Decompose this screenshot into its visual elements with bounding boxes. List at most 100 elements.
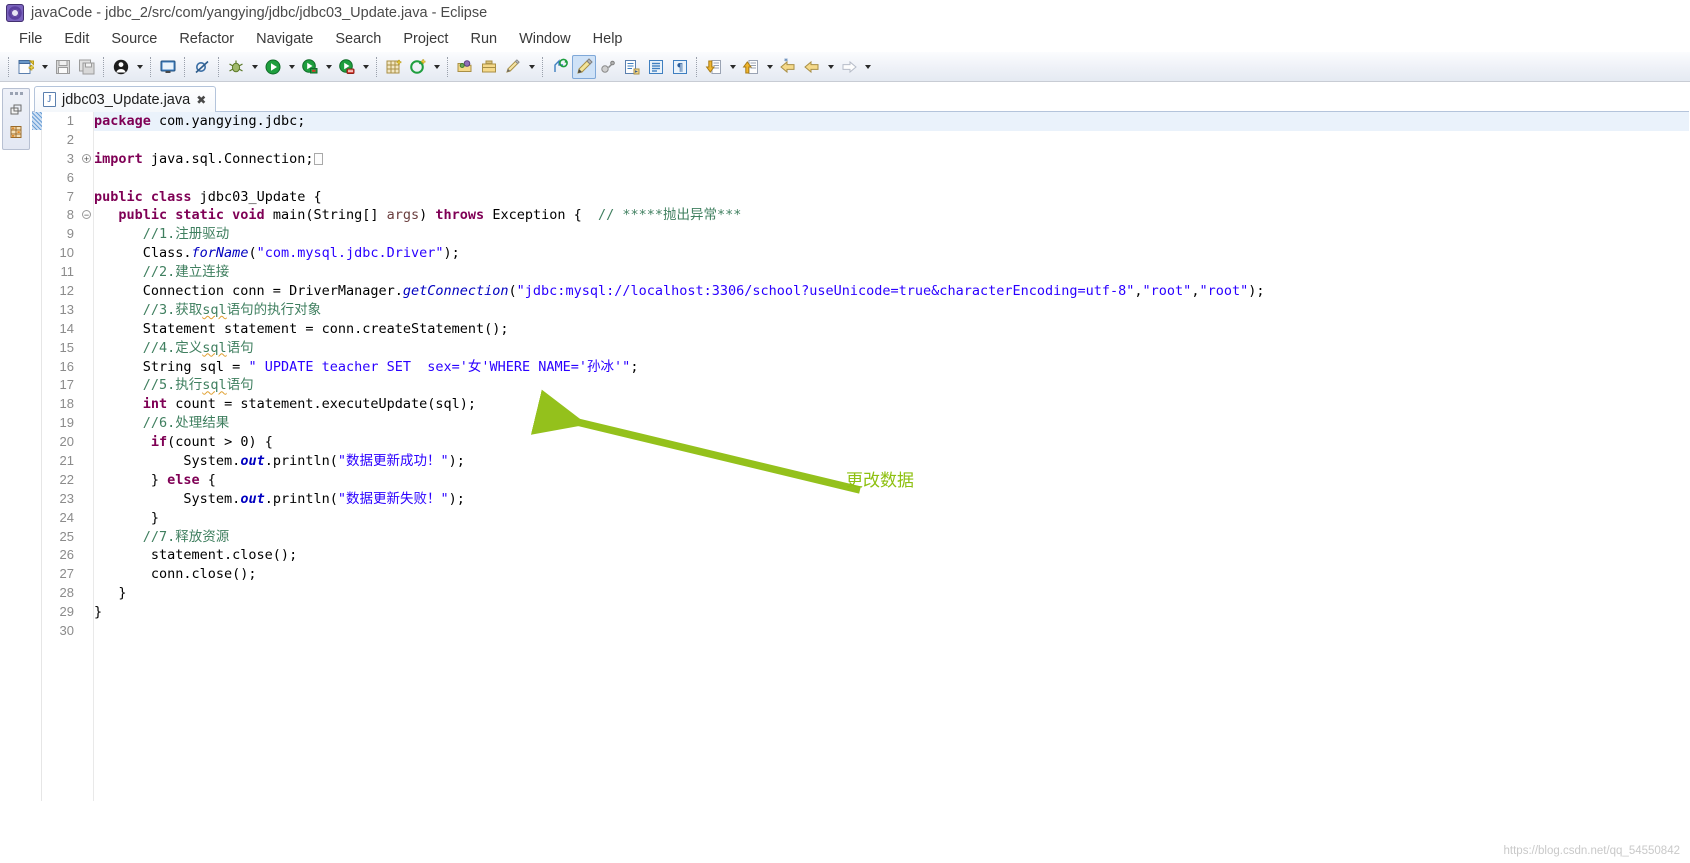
toolbar-separator (103, 56, 105, 77)
line-number: 27 (59, 566, 74, 582)
eclipse-icon (6, 4, 24, 22)
toolbar-separator (696, 56, 698, 77)
toolbar-separator (8, 56, 10, 77)
link-editor-icon[interactable] (596, 55, 620, 79)
new-file-dropdown-arrow[interactable] (38, 55, 51, 79)
debug-dropdown-arrow[interactable] (248, 55, 261, 79)
search-pencil-dropdown-arrow[interactable] (525, 55, 538, 79)
line-number-gutter: 1 2 3 6 7 8 9 10 11 12 13 14 15 16 17 18… (42, 112, 80, 801)
svg-text:¶: ¶ (677, 61, 684, 74)
toolbar-separator (150, 56, 152, 77)
line-number: 30 (59, 623, 74, 639)
code-line: public class jdbc03_Update { (94, 188, 322, 205)
open-type-icon[interactable] (453, 55, 477, 79)
code-line: } (94, 509, 160, 526)
forward-icon[interactable] (837, 55, 861, 79)
toolbar-separator (542, 56, 544, 77)
new-package-dropdown-arrow[interactable] (430, 55, 443, 79)
menu-help[interactable]: Help (582, 29, 634, 49)
open-task-icon[interactable] (477, 55, 501, 79)
menu-search[interactable]: Search (324, 29, 392, 49)
code-line: import java.sql.Connection; (94, 150, 1690, 169)
close-icon[interactable]: ✖ (196, 94, 206, 106)
menu-window[interactable]: Window (508, 29, 582, 49)
code-line: //3.获取sql语句的执行对象 (142, 301, 322, 318)
package-explorer-icon[interactable] (8, 124, 24, 140)
code-line: conn.close(); (94, 566, 257, 583)
person-icon[interactable] (109, 55, 133, 79)
toggle-markoccurrences-icon[interactable] (572, 54, 596, 79)
line-number: 24 (59, 509, 74, 525)
debug-icon[interactable] (224, 55, 248, 79)
previous-edit-dropdown-arrow[interactable] (763, 55, 776, 79)
menu-navigate[interactable]: Navigate (245, 29, 324, 49)
line-number: 13 (59, 301, 74, 317)
code-line: Class.forName("com.mysql.jdbc.Driver"); (94, 245, 460, 262)
folding-gutter[interactable]: + − (80, 112, 94, 801)
left-view-bar (2, 88, 30, 150)
back-dropdown-arrow[interactable] (824, 55, 837, 79)
skip-breakpoints-icon[interactable] (190, 55, 214, 79)
show-whitespace-icon[interactable] (644, 55, 668, 79)
code-editor[interactable]: 1 2 3 6 7 8 9 10 11 12 13 14 15 16 17 18… (32, 112, 1690, 801)
person-dropdown-arrow[interactable] (133, 55, 146, 79)
line-number: 21 (59, 453, 74, 469)
next-edit-icon[interactable] (702, 55, 726, 79)
toolbar-separator (218, 56, 220, 77)
line-number: 10 (59, 245, 74, 261)
save-all-icon[interactable] (75, 55, 99, 79)
new-java-project-icon[interactable] (382, 55, 406, 79)
toolbar-separator (376, 56, 378, 77)
new-file-icon[interactable] (14, 55, 38, 79)
next-edit-dropdown-arrow[interactable] (726, 55, 739, 79)
line-number: 17 (59, 377, 74, 393)
run-last-tool-dropdown-arrow[interactable] (359, 55, 372, 79)
line-number: 3 (66, 150, 74, 166)
title-bar: javaCode - jdbc_2/src/com/yangying/jdbc/… (0, 0, 1690, 26)
menu-bar: File Edit Source Refactor Navigate Searc… (0, 26, 1690, 52)
back-icon[interactable] (800, 55, 824, 79)
menu-run[interactable]: Run (459, 29, 508, 49)
line-number: 26 (59, 547, 74, 563)
save-icon[interactable] (51, 55, 75, 79)
refresh-marker-icon[interactable] (548, 55, 572, 79)
run-icon[interactable] (261, 55, 285, 79)
back-star-icon[interactable]: * (776, 55, 800, 79)
new-package-icon[interactable] (406, 55, 430, 79)
toolbar-separator (184, 56, 186, 77)
menu-file[interactable]: File (8, 29, 53, 49)
window-title: javaCode - jdbc_2/src/com/yangying/jdbc/… (31, 5, 488, 21)
code-line: //6.处理结果 (142, 415, 230, 432)
search-pencil-icon[interactable] (501, 55, 525, 79)
run-coverage-dropdown-arrow[interactable] (322, 55, 335, 79)
line-number: 25 (59, 528, 74, 544)
menu-refactor[interactable]: Refactor (168, 29, 245, 49)
line-number: 8 (66, 207, 74, 223)
run-last-tool-icon[interactable] (335, 55, 359, 79)
code-text-area[interactable]: package com.yangying.jdbc; import java.s… (94, 112, 1690, 801)
run-coverage-icon[interactable] (298, 55, 322, 79)
fold-expand-icon[interactable]: + (80, 150, 93, 169)
line-number: 20 (59, 434, 74, 450)
pilcrow-icon[interactable]: ¶ (668, 55, 692, 79)
line-number: 18 (59, 396, 74, 412)
next-annotation-icon[interactable] (620, 55, 644, 79)
forward-dropdown-arrow[interactable] (861, 55, 874, 79)
restore-view-icon[interactable] (8, 102, 24, 118)
line-number: 16 (59, 358, 74, 374)
tab-label: jdbc03_Update.java (62, 91, 191, 108)
menu-edit[interactable]: Edit (53, 29, 100, 49)
tab-jdbc03-update[interactable]: J jdbc03_Update.java ✖ (34, 86, 217, 112)
code-line: Connection conn = DriverManager.getConne… (94, 283, 1265, 300)
menu-project[interactable]: Project (392, 29, 459, 49)
run-dropdown-arrow[interactable] (285, 55, 298, 79)
code-line: } (94, 604, 103, 621)
code-line: int count = statement.executeUpdate(sql)… (142, 396, 477, 413)
line-number: 2 (66, 131, 74, 147)
console-icon[interactable] (156, 55, 180, 79)
fold-collapse-icon[interactable]: − (80, 206, 93, 225)
previous-edit-icon[interactable] (739, 55, 763, 79)
menu-source[interactable]: Source (100, 29, 168, 49)
change-marker (32, 112, 42, 130)
